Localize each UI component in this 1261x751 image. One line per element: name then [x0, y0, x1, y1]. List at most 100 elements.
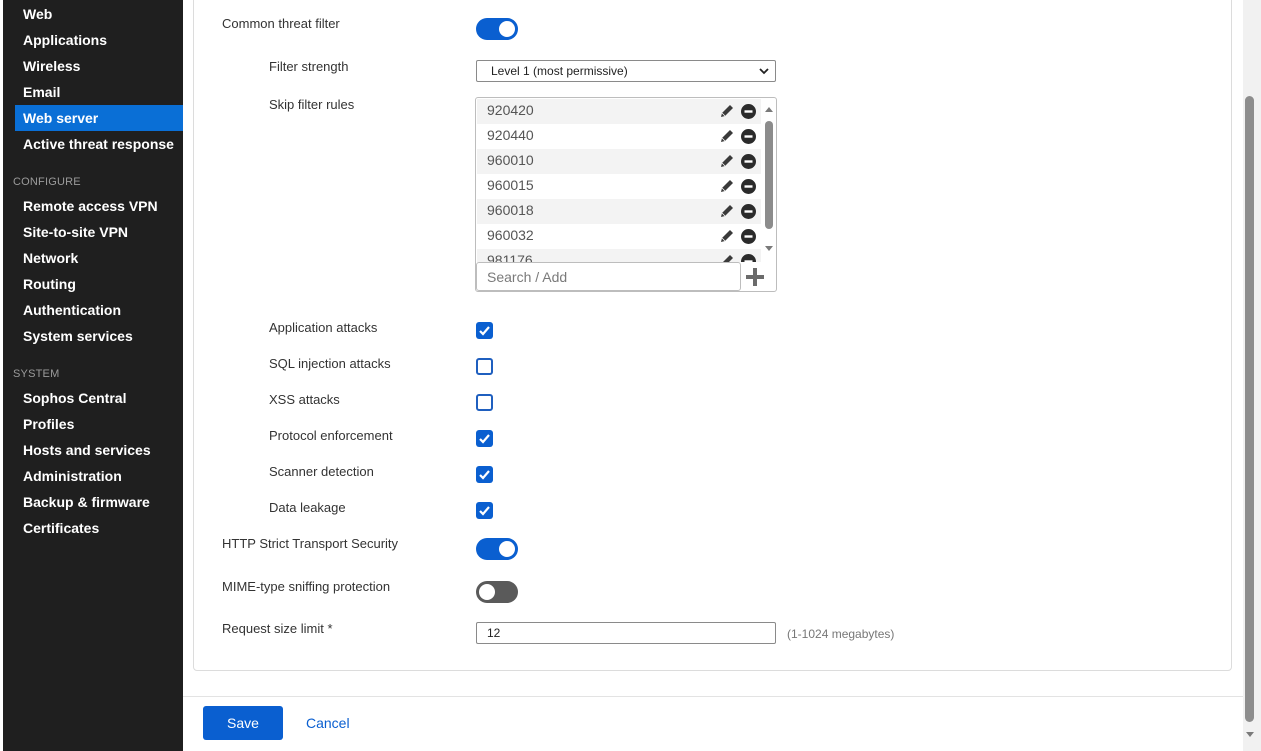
- filter-strength-label: Filter strength: [269, 59, 349, 74]
- skip-filter-rule-row: 960010: [477, 149, 761, 174]
- filter-strength-value: Level 1 (most permissive): [491, 64, 628, 78]
- pencil-icon[interactable]: [719, 178, 735, 194]
- pencil-icon[interactable]: [719, 228, 735, 244]
- request-size-limit-hint: (1-1024 megabytes): [787, 627, 895, 641]
- data-leakage-label: Data leakage: [269, 500, 346, 515]
- scroll-down-icon[interactable]: [1245, 731, 1255, 739]
- scanner-detection-label: Scanner detection: [269, 464, 374, 479]
- cancel-button[interactable]: Cancel: [306, 706, 350, 740]
- xss-attacks-checkbox[interactable]: [476, 394, 493, 411]
- skip-filter-rule-row: 960032: [477, 224, 761, 249]
- sidebar-item-remote-access-vpn[interactable]: Remote access VPN: [15, 193, 183, 219]
- rules-scrollbar[interactable]: [762, 99, 776, 261]
- application-attacks-checkbox[interactable]: [476, 322, 493, 339]
- skip-filter-rules-box: 920420 920440 960010 960015 960018 960032 9811…: [475, 97, 777, 292]
- pencil-icon[interactable]: [719, 103, 735, 119]
- sidebar-item-sophos-central[interactable]: Sophos Central: [15, 385, 183, 411]
- toggle-knob: [479, 584, 495, 600]
- data-leakage-checkbox[interactable]: [476, 502, 493, 519]
- sidebar-item-web[interactable]: Web: [15, 1, 183, 27]
- request-size-limit-label: Request size limit *: [222, 621, 333, 636]
- rules-scroll-thumb[interactable]: [765, 121, 773, 229]
- sidebar-edge: [0, 0, 3, 751]
- sidebar-item-network[interactable]: Network: [15, 245, 183, 271]
- sidebar-item-site-to-site-vpn[interactable]: Site-to-site VPN: [15, 219, 183, 245]
- skip-filter-rules-list: 920420 920440 960010 960015 960018 960032 9811…: [477, 99, 761, 262]
- sidebar-item-web-server[interactable]: Web server: [15, 105, 183, 131]
- hsts-toggle[interactable]: [476, 538, 518, 560]
- skip-filter-rule-id: 960015: [487, 177, 534, 193]
- pencil-icon[interactable]: [719, 203, 735, 219]
- scroll-up-icon[interactable]: [764, 105, 774, 113]
- xss-attacks-label: XSS attacks: [269, 392, 340, 407]
- sidebar-item-active-threat-response[interactable]: Active threat response: [15, 131, 183, 157]
- save-button[interactable]: Save: [203, 706, 283, 740]
- pencil-icon[interactable]: [719, 153, 735, 169]
- skip-filter-rule-id: 960018: [487, 202, 534, 218]
- pencil-icon[interactable]: [719, 128, 735, 144]
- skip-filter-rule-row: 920440: [477, 124, 761, 149]
- sidebar-section-system: SYSTEM: [13, 368, 60, 380]
- minus-circle-icon[interactable]: [741, 254, 756, 262]
- common-threat-filter-toggle[interactable]: [476, 18, 518, 40]
- sidebar-item-routing[interactable]: Routing: [15, 271, 183, 297]
- mime-sniffing-label: MIME-type sniffing protection: [222, 579, 391, 594]
- plus-icon[interactable]: [744, 266, 766, 288]
- checkmark-icon: [479, 506, 490, 516]
- checkmark-icon: [479, 434, 490, 444]
- sidebar-section-configure: CONFIGURE: [13, 176, 81, 188]
- minus-circle-icon[interactable]: [741, 129, 756, 144]
- protocol-enforcement-checkbox[interactable]: [476, 430, 493, 447]
- sidebar-item-administration[interactable]: Administration: [15, 463, 183, 489]
- sidebar-item-system-services[interactable]: System services: [15, 323, 183, 349]
- protocol-enforcement-label: Protocol enforcement: [269, 428, 393, 443]
- scroll-down-icon[interactable]: [764, 245, 774, 253]
- checkmark-icon: [479, 326, 490, 336]
- sidebar-item-email[interactable]: Email: [15, 79, 183, 105]
- chevron-down-icon: [759, 68, 769, 75]
- minus-circle-icon[interactable]: [741, 179, 756, 194]
- skip-filter-rule-row: 981176: [477, 249, 761, 262]
- sidebar-item-backup-firmware[interactable]: Backup & firmware: [15, 489, 183, 515]
- toggle-knob: [499, 21, 515, 37]
- sidebar-item-certificates[interactable]: Certificates: [15, 515, 183, 541]
- rules-add-row: [476, 262, 776, 291]
- sidebar-item-authentication[interactable]: Authentication: [15, 297, 183, 323]
- minus-circle-icon[interactable]: [741, 204, 756, 219]
- rules-search-input[interactable]: [476, 262, 741, 291]
- page-scrollbar[interactable]: [1243, 0, 1261, 751]
- skip-filter-rule-id: 920440: [487, 127, 534, 143]
- sql-injection-attacks-checkbox[interactable]: [476, 358, 493, 375]
- minus-circle-icon[interactable]: [741, 104, 756, 119]
- hsts-label: HTTP Strict Transport Security: [222, 536, 399, 551]
- sidebar-item-applications[interactable]: Applications: [15, 27, 183, 53]
- footer-bar: Save Cancel: [183, 696, 1243, 751]
- minus-circle-icon[interactable]: [741, 229, 756, 244]
- scanner-detection-checkbox[interactable]: [476, 466, 493, 483]
- skip-filter-rule-row: 920420: [477, 99, 761, 124]
- page-scroll-thumb[interactable]: [1245, 96, 1254, 722]
- skip-filter-rules-label: Skip filter rules: [269, 97, 355, 112]
- skip-filter-rule-row: 960015: [477, 174, 761, 199]
- skip-filter-rule-id: 920420: [487, 102, 534, 118]
- sidebar-item-wireless[interactable]: Wireless: [15, 53, 183, 79]
- common-threat-filter-label: Common threat filter: [222, 16, 340, 31]
- sidebar-item-hosts-and-services[interactable]: Hosts and services: [15, 437, 183, 463]
- skip-filter-rule-row: 960018: [477, 199, 761, 224]
- filter-strength-select[interactable]: Level 1 (most permissive): [476, 60, 776, 82]
- mime-sniffing-toggle[interactable]: [476, 581, 518, 603]
- sql-injection-attacks-label: SQL injection attacks: [269, 356, 391, 371]
- main-content: Common threat filter Filter strength Lev…: [183, 0, 1243, 751]
- skip-filter-rule-id: 981176: [487, 252, 533, 262]
- toggle-knob: [499, 541, 515, 557]
- settings-card: Common threat filter Filter strength Lev…: [193, 0, 1232, 671]
- pencil-icon[interactable]: [719, 253, 735, 262]
- checkmark-icon: [479, 470, 490, 480]
- request-size-limit-input[interactable]: [476, 622, 776, 644]
- sidebar: Web Applications Wireless Email Web serv…: [0, 0, 183, 751]
- application-attacks-label: Application attacks: [269, 320, 378, 335]
- skip-filter-rule-id: 960032: [487, 227, 534, 243]
- minus-circle-icon[interactable]: [741, 154, 756, 169]
- skip-filter-rule-id: 960010: [487, 152, 534, 168]
- sidebar-item-profiles[interactable]: Profiles: [15, 411, 183, 437]
